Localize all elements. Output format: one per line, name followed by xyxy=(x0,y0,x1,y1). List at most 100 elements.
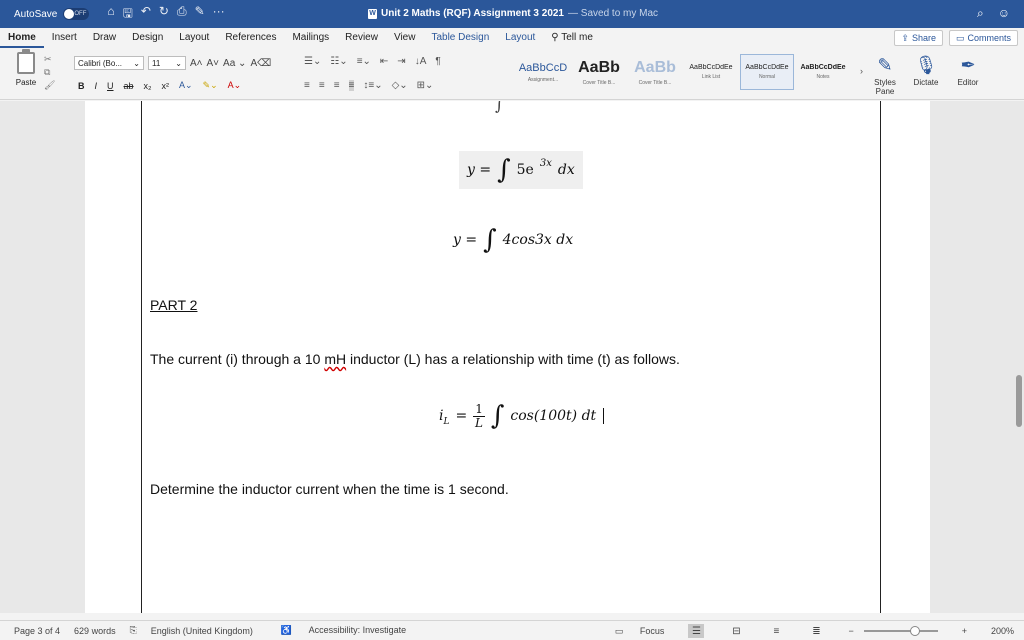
subscript-button[interactable]: x₂ xyxy=(144,81,152,91)
fraction: 1L xyxy=(473,403,485,429)
italic-button[interactable]: I xyxy=(95,81,98,91)
decrease-indent-icon[interactable]: ⇤ xyxy=(380,56,388,67)
font-size-dropdown[interactable]: 11 ⌄ xyxy=(148,56,186,70)
tab-home[interactable]: Home xyxy=(0,28,44,48)
word-count[interactable]: 629 words xyxy=(74,626,116,636)
zoom-level[interactable]: 200% xyxy=(991,626,1014,636)
align-left-icon[interactable]: ≡ xyxy=(304,80,310,91)
zoom-slider[interactable] xyxy=(863,626,938,636)
save-status[interactable]: — Saved to my Mac xyxy=(568,8,658,19)
font-color-icon[interactable]: A⌄ xyxy=(228,80,242,91)
bullets-icon[interactable]: ☰⌄ xyxy=(304,56,321,67)
tab-view[interactable]: View xyxy=(386,28,424,48)
equation-integral-cosine[interactable]: y = ∫ 4cos3x dx xyxy=(453,227,573,253)
document-canvas[interactable]: ∫ y = ∫ 5e 3x dx y = ∫ 4cos3x dx PART 2 T… xyxy=(0,101,1024,613)
draft-view-icon[interactable]: ≣ xyxy=(808,624,824,638)
borders-icon[interactable]: ⊞⌄ xyxy=(417,80,434,91)
styles-gallery: AaBbCcD Assignment... AaBb Cover Title B..… xyxy=(516,54,864,92)
clear-formatting-icon[interactable]: A⌫ xyxy=(250,58,271,69)
document-page[interactable]: ∫ y = ∫ 5e 3x dx y = ∫ 4cos3x dx PART 2 T… xyxy=(85,101,930,613)
web-layout-view-icon[interactable]: ⊟ xyxy=(728,624,744,638)
edit-icon[interactable]: ✎ xyxy=(195,4,205,25)
language-indicator[interactable]: English (United Kingdom) xyxy=(151,626,253,636)
styles-pane-button[interactable]: ✎ Styles Pane xyxy=(870,52,900,96)
proofing-icon[interactable]: ⎘ xyxy=(130,625,137,636)
equation-integral-exponential[interactable]: y = ∫ 5e 3x dx xyxy=(459,151,583,189)
style-sample: AaBbCcDdEe xyxy=(745,64,789,71)
align-center-icon[interactable]: ≡ xyxy=(319,80,325,91)
copy-icon[interactable]: ⧉ xyxy=(44,67,55,78)
autosave-toggle[interactable]: OFF xyxy=(63,8,90,20)
statement-unit: mH xyxy=(324,351,347,367)
vertical-scrollbar[interactable] xyxy=(1016,375,1022,427)
zoom-out-icon[interactable]: − xyxy=(848,626,853,636)
share-button[interactable]: ⇪ Share xyxy=(894,30,943,46)
style-notes[interactable]: AaBbCcDdEe Notes xyxy=(796,54,850,90)
accessibility-icon: ♿ xyxy=(280,625,295,635)
more-icon[interactable]: ··· xyxy=(213,4,225,25)
style-normal[interactable]: AaBbCcDdEe Normal xyxy=(740,54,794,90)
chevron-right-icon[interactable]: › xyxy=(860,66,863,76)
align-right-icon[interactable]: ≡ xyxy=(334,80,340,91)
text-effects-icon[interactable]: A⌄ xyxy=(179,80,193,91)
comments-button[interactable]: ▭ Comments xyxy=(948,30,1018,46)
style-cover-title-1[interactable]: AaBb Cover Title B... xyxy=(572,54,626,90)
change-case-button[interactable]: Aa ⌄ xyxy=(223,58,246,69)
format-painter-icon[interactable]: 🖌 xyxy=(44,80,55,91)
cut-icon[interactable]: ✂ xyxy=(44,54,55,65)
tab-tell-me[interactable]: ⚲ Tell me xyxy=(543,28,601,48)
shrink-font-icon[interactable]: A˅ xyxy=(207,58,220,69)
print-icon[interactable]: ⎙ xyxy=(177,4,187,25)
undo-icon[interactable]: ↶ xyxy=(141,4,151,25)
accessibility-status[interactable]: ♿ Accessibility: Investigate xyxy=(267,625,406,636)
bold-button[interactable]: B xyxy=(78,81,85,91)
comments-label: Comments xyxy=(967,33,1011,43)
grow-font-icon[interactable]: A˄ xyxy=(190,58,203,69)
tab-references[interactable]: References xyxy=(217,28,284,48)
print-layout-view-icon[interactable]: ☰ xyxy=(688,624,705,638)
outline-view-icon[interactable]: ≡ xyxy=(768,624,784,638)
editor-label: Editor xyxy=(957,78,979,87)
font-name-dropdown[interactable]: Calibri (Bo... ⌄ xyxy=(74,56,144,70)
tab-table-design[interactable]: Table Design xyxy=(423,28,497,48)
tab-table-layout[interactable]: Layout xyxy=(497,28,543,48)
style-cover-title-2[interactable]: AaBb Cover Title B... xyxy=(628,54,682,90)
underline-button[interactable]: U xyxy=(107,81,114,91)
home-icon[interactable]: ⌂ xyxy=(107,4,114,25)
shading-icon[interactable]: ◇⌄ xyxy=(392,80,408,91)
eq1-lhs: y = xyxy=(467,162,492,178)
save-icon[interactable]: 🖫 xyxy=(123,4,133,25)
sort-icon[interactable]: ↓A xyxy=(415,56,427,67)
dictate-button[interactable]: 🎙 Dictate xyxy=(908,52,944,87)
editor-button[interactable]: ✒ Editor xyxy=(952,52,984,87)
show-marks-icon[interactable]: ¶ xyxy=(435,56,440,67)
equation-inductor-current[interactable]: iL = 1L ∫ cos(100t) dt xyxy=(439,403,605,429)
status-bar: Page 3 of 4 629 words ⎘ English (United … xyxy=(0,620,1024,640)
increase-indent-icon[interactable]: ⇥ xyxy=(397,56,405,67)
style-link-list[interactable]: AaBbCcDdEe Link List xyxy=(684,54,738,90)
search-icon[interactable]: ⌕ xyxy=(977,6,984,21)
zoom-in-icon[interactable]: + xyxy=(962,626,967,636)
account-icon[interactable]: ☺ xyxy=(998,6,1010,21)
numbering-icon[interactable]: ☷⌄ xyxy=(330,56,347,67)
tab-insert[interactable]: Insert xyxy=(44,28,85,48)
tab-draw[interactable]: Draw xyxy=(85,28,124,48)
highlight-icon[interactable]: ✎⌄ xyxy=(203,80,218,91)
line-spacing-icon[interactable]: ↕≡⌄ xyxy=(363,80,382,91)
tab-layout[interactable]: Layout xyxy=(171,28,217,48)
tab-design[interactable]: Design xyxy=(124,28,171,48)
multilevel-list-icon[interactable]: ≡⌄ xyxy=(357,56,371,67)
justify-icon[interactable]: ≡ xyxy=(348,80,355,91)
statement-post: inductor (L) has a relationship with tim… xyxy=(346,351,680,367)
paste-button[interactable]: Paste xyxy=(10,49,42,87)
tab-review[interactable]: Review xyxy=(337,28,386,48)
style-sample: AaBbCcDdEe xyxy=(689,64,733,71)
page-count[interactable]: Page 3 of 4 xyxy=(14,626,60,636)
tab-mailings[interactable]: Mailings xyxy=(284,28,337,48)
zoom-slider-thumb[interactable] xyxy=(909,626,920,636)
style-assignment[interactable]: AaBbCcD Assignment... xyxy=(516,54,570,90)
redo-icon[interactable]: ↻ xyxy=(159,4,169,25)
superscript-button[interactable]: x² xyxy=(162,81,170,91)
focus-button[interactable]: ▭ Focus xyxy=(601,626,665,637)
strikethrough-button[interactable]: ab xyxy=(124,81,134,91)
